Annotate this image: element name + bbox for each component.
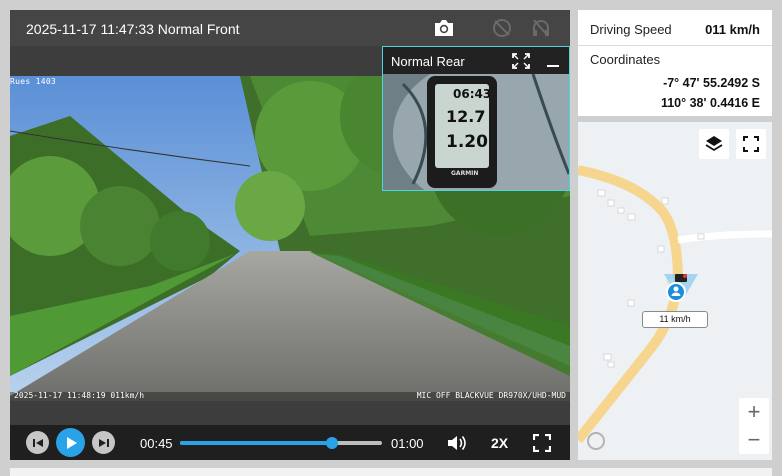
fullscreen-icon [533, 434, 551, 452]
seek-bar[interactable] [180, 437, 382, 449]
previous-button[interactable] [26, 431, 49, 454]
zoom-control: + − [739, 398, 769, 454]
video-title: 2025-11-17 11:47:33 Normal Front [26, 21, 240, 37]
previous-icon [32, 438, 43, 447]
coordinates-label: Coordinates [590, 52, 661, 67]
map-fullscreen-button[interactable] [736, 129, 766, 159]
longitude-value: 110° 38' 0.4416 E [660, 96, 760, 110]
volume-icon [448, 436, 466, 450]
minimize-icon [547, 65, 559, 67]
map-panel[interactable]: 11 km/h + − [578, 122, 772, 460]
fullscreen-icon [743, 136, 759, 152]
next-icon [98, 438, 109, 447]
camera-icon [435, 20, 453, 36]
map-logo-icon [587, 432, 605, 450]
trip-info-panel: Driving Speed 011 km/h Coordinates -7° 4… [578, 10, 772, 116]
fullscreen-button[interactable] [531, 432, 553, 454]
vehicle-marker[interactable] [664, 274, 698, 313]
speed-label: Driving Speed [590, 22, 672, 37]
seek-progress [180, 441, 332, 445]
zoom-out-button[interactable]: − [739, 426, 769, 453]
rear-speed: 12.7 [446, 107, 486, 126]
playback-controls: 00:45 01:00 2X [10, 425, 570, 460]
rotate-button[interactable] [489, 16, 515, 40]
osd-device-text: MIC OFF BLACKVUE DR970X/UHD-MUD [416, 391, 566, 400]
rear-camera-frame: 06:43 12.7 1.20 GARMIN [383, 74, 569, 190]
current-time: 00:45 [140, 436, 173, 451]
rear-distance: 1.20 [446, 132, 488, 152]
rear-clock: 06:43 [453, 87, 492, 101]
audio-button[interactable] [528, 16, 554, 40]
pip-title: Normal Rear [391, 54, 465, 69]
car-location-icon [664, 274, 698, 302]
speed-value: 011 km/h [705, 22, 760, 37]
rotate-icon [493, 19, 511, 37]
rear-brand: GARMIN [451, 170, 479, 177]
snapshot-button[interactable] [431, 16, 457, 40]
seek-handle[interactable] [325, 437, 338, 449]
latitude-value: -7° 47' 55.2492 S [663, 76, 760, 90]
play-button[interactable] [56, 428, 85, 457]
osd-top-text: Rues 1403 [10, 77, 57, 86]
map-speed-tag: 11 km/h [642, 311, 708, 328]
next-button[interactable] [92, 431, 115, 454]
playback-rate-button[interactable]: 2X [491, 435, 508, 451]
bottom-panel-edge [10, 468, 772, 476]
map-layers-button[interactable] [699, 129, 729, 159]
duration: 01:00 [391, 436, 424, 451]
expand-icon [512, 53, 530, 69]
zoom-in-button[interactable]: + [739, 398, 769, 425]
layers-icon [705, 136, 723, 152]
pip-minimize-button[interactable] [544, 52, 562, 70]
rear-video-pip[interactable]: Normal Rear 06:43 12.7 1.20 GARMIN [382, 46, 570, 191]
speed-row: Driving Speed 011 km/h [578, 10, 772, 46]
osd-timestamp: 2025-11-17 11:48:19 011km/h [14, 391, 145, 400]
player-title-bar: 2025-11-17 11:47:33 Normal Front [10, 10, 570, 46]
video-player: 2025-11-17 11:47:33 Normal Front Rues 14… [10, 10, 570, 460]
pip-header: Normal Rear [383, 47, 569, 74]
play-icon [66, 436, 77, 449]
headphones-icon [533, 19, 549, 37]
pip-expand-button[interactable] [511, 52, 531, 70]
volume-button[interactable] [446, 432, 468, 454]
